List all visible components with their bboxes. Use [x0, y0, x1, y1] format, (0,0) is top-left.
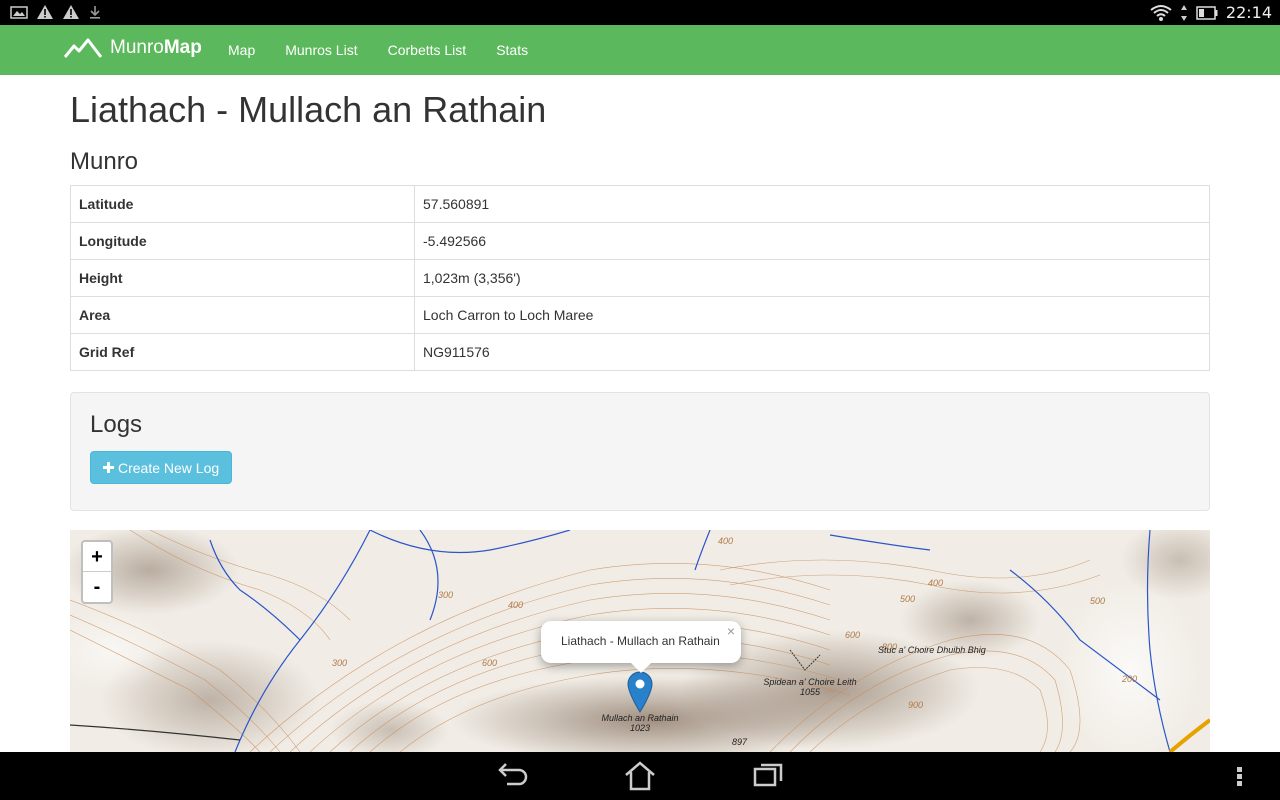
row-value: -5.492566	[414, 222, 1210, 260]
page-title: Liathach - Mullach an Rathain	[70, 89, 547, 130]
table-row: Longitude -5.492566	[70, 222, 1210, 260]
nav-map-link[interactable]: Map	[213, 25, 270, 75]
main-content: Liathach - Mullach an Rathain Munro Lati…	[70, 75, 1210, 511]
warning-icon	[37, 5, 53, 19]
row-value: NG911576	[414, 333, 1210, 371]
contour-label: 600	[845, 630, 861, 640]
brand-link[interactable]: MunroMap	[64, 37, 202, 59]
contour-label: 300	[438, 590, 454, 600]
row-value: 1,023m (3,356')	[414, 259, 1210, 297]
table-row: Latitude 57.560891	[70, 185, 1210, 223]
zoom-out-button[interactable]: -	[83, 572, 111, 602]
contour-label: 200	[1122, 674, 1138, 684]
contour-label: 500	[1090, 596, 1106, 606]
row-value: Loch Carron to Loch Maree	[414, 296, 1210, 334]
navbar: MunroMap Map Munros List Corbetts List S…	[0, 25, 1280, 75]
popup-tip	[629, 661, 653, 673]
warning-icon	[63, 5, 79, 19]
row-key: Height	[70, 259, 415, 297]
row-key: Grid Ref	[70, 333, 415, 371]
image-notification-icon	[10, 6, 28, 19]
peak-label-stuc: Stuc a' Choire Dhuibh Bhig	[878, 645, 986, 655]
table-row: Grid Ref NG911576	[70, 333, 1210, 371]
map-marker-icon[interactable]	[627, 671, 653, 713]
create-new-log-button[interactable]: Create New Log	[90, 451, 233, 484]
plus-icon	[103, 462, 114, 473]
battery-icon	[1196, 5, 1218, 20]
contour-label: 600	[482, 658, 498, 668]
peak-label-mullach: Mullach an Rathain 1023	[601, 713, 679, 733]
logs-heading: Logs	[90, 411, 143, 438]
row-key: Latitude	[70, 185, 415, 223]
status-bar: 22:14	[0, 0, 1280, 25]
popup-text: Liathach - Mullach an Rathain	[561, 634, 720, 648]
status-icons-left	[10, 4, 102, 20]
peak-label-spidean: Spidean a' Choire Leith 1055	[763, 677, 857, 697]
spot-height-label: 897	[732, 737, 748, 747]
map-view[interactable]: 400 300 400 500 600 800 900 400 500 200 …	[70, 530, 1210, 752]
zoom-in-button[interactable]: +	[83, 542, 111, 572]
contour-label: 300	[332, 658, 348, 668]
table-row: Area Loch Carron to Loch Maree	[70, 296, 1210, 334]
row-key: Area	[70, 296, 415, 334]
popup-close-button[interactable]: ×	[727, 623, 735, 639]
wifi-icon	[1150, 4, 1172, 21]
details-table: Latitude 57.560891 Longitude -5.492566 Hei…	[70, 185, 1210, 371]
logs-panel: Logs Create New Log	[70, 392, 1210, 511]
page-subtitle: Munro	[70, 148, 139, 175]
overflow-menu-icon[interactable]	[1235, 760, 1245, 792]
contour-label: 900	[908, 700, 924, 710]
android-nav-bar	[0, 752, 1280, 800]
data-arrows-icon	[1180, 4, 1187, 21]
nav-munros-list-link[interactable]: Munros List	[270, 25, 372, 75]
clock: 22:14	[1225, 3, 1272, 22]
mountain-logo-icon	[64, 38, 102, 58]
recent-apps-icon[interactable]	[751, 760, 785, 792]
home-icon[interactable]	[623, 760, 657, 792]
contour-label: 500	[900, 594, 916, 604]
zoom-control: + -	[81, 540, 113, 604]
nav-stats-link[interactable]: Stats	[481, 25, 543, 75]
nav-links: Map Munros List Corbetts List Stats	[213, 25, 543, 75]
download-icon	[90, 6, 100, 19]
brand-text: MunroMap	[110, 37, 202, 58]
back-icon[interactable]	[495, 760, 529, 792]
create-new-log-label: Create New Log	[118, 459, 220, 476]
nav-corbetts-list-link[interactable]: Corbetts List	[373, 25, 482, 75]
contour-label: 400	[718, 536, 734, 546]
row-key: Longitude	[70, 222, 415, 260]
status-icons-right: 22:14	[1150, 3, 1272, 22]
contour-label: 400	[508, 600, 524, 610]
contour-label: 400	[928, 578, 944, 588]
table-row: Height 1,023m (3,356')	[70, 259, 1210, 297]
row-value: 57.560891	[414, 185, 1210, 223]
marker-popup: Liathach - Mullach an Rathain ×	[541, 621, 741, 673]
